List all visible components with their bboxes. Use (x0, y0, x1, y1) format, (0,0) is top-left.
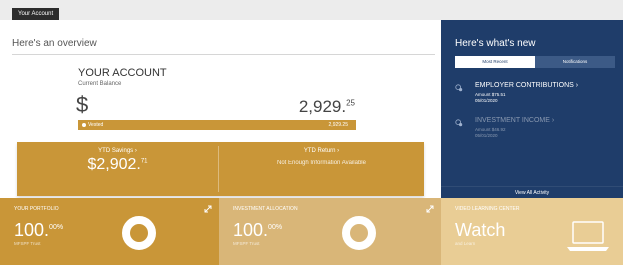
allocation-donut-chart (342, 216, 376, 250)
news-item-date: 05/01/2020 (475, 98, 498, 103)
portfolio-label: YOUR PORTFOLIO (14, 206, 59, 212)
portfolio-sublabel: MFSPF Trust (14, 241, 41, 246)
video-center-label: VIDEO LEARNING CENTER (455, 206, 520, 212)
vested-value: 2,929.25 (328, 122, 348, 128)
news-item-employer-contributions[interactable]: EMPLOYER CONTRIBUTIONS › Amount $75.51 0… (455, 82, 615, 108)
video-learning-center-tile[interactable]: VIDEO LEARNING CENTER Watch and Learn (441, 198, 623, 265)
currency-symbol: $ (76, 92, 89, 117)
divider (12, 54, 435, 55)
allocation-value: 100.00% (233, 220, 282, 241)
view-all-activity-link[interactable]: View All Activity (441, 186, 623, 198)
whats-new-panel: Here's what's new Most Recent Notificati… (441, 20, 623, 198)
coins-icon (455, 119, 463, 127)
news-item-title: INVESTMENT INCOME › (475, 117, 555, 124)
current-balance-label: Current Balance (78, 81, 122, 87)
ytd-return-label: YTD Return › (303, 148, 340, 154)
laptop-icon (567, 221, 609, 251)
expand-icon[interactable] (203, 204, 213, 214)
ytd-return-card[interactable]: YTD Return › Not Enough Information Avai… (219, 142, 424, 196)
ytd-savings-label: YTD Savings › (98, 148, 137, 154)
news-item-investment-income[interactable]: INVESTMENT INCOME › Amount $46.92 05/01/… (455, 117, 615, 143)
current-balance-value: 2,929.25 (299, 97, 355, 117)
portfolio-tile[interactable]: YOUR PORTFOLIO 100.00% MFSPF Trust (0, 198, 219, 265)
coins-icon (455, 84, 463, 92)
video-headline: Watch (455, 220, 506, 240)
portfolio-value-whole: 100. (14, 220, 50, 240)
portfolio-value: 100.00% (14, 220, 63, 241)
your-account-tab[interactable]: Your Account (12, 8, 60, 20)
ytd-savings-card[interactable]: YTD Savings › $2,902.71 (17, 142, 218, 196)
ytd-savings-value: $2,902.71 (17, 156, 218, 174)
ytd-return-message: Not Enough Information Available (277, 160, 366, 166)
allocation-value-whole: 100. (233, 220, 269, 240)
portfolio-donut-chart (122, 216, 156, 250)
portfolio-value-cents: 00% (49, 224, 64, 231)
donut-ring (342, 216, 376, 250)
ytd-summary-box: YTD Savings › $2,902.71 YTD Return › Not… (17, 142, 424, 196)
tab-notifications[interactable]: Notifications (535, 56, 615, 68)
top-bar: Your Account (0, 0, 623, 20)
overview-heading: Here's an overview (12, 38, 97, 49)
vested-label-wrap: Vested (82, 121, 103, 129)
vested-label: Vested (88, 122, 104, 128)
vested-dot-icon (82, 122, 86, 127)
balance-whole: 2,929. (298, 97, 347, 116)
allocation-sublabel: MFSPF Trust (233, 241, 260, 246)
vested-bar: Vested 2,929.25 (78, 120, 356, 130)
expand-icon[interactable] (425, 204, 435, 214)
balance-cents: 25 (346, 98, 355, 108)
video-sublabel: and Learn (455, 241, 476, 246)
allocation-label: INVESTMENT ALLOCATION (233, 206, 298, 212)
ytd-savings-cents: 71 (140, 158, 148, 165)
tab-most-recent[interactable]: Most Recent (455, 56, 535, 68)
donut-ring (122, 216, 156, 250)
allocation-value-cents: 00% (268, 224, 283, 231)
whats-new-tabs: Most Recent Notifications (455, 56, 615, 68)
news-item-amount: Amount $46.92 (475, 127, 506, 132)
news-item-date: 05/01/2020 (475, 133, 498, 138)
news-item-amount: Amount $75.51 (475, 92, 506, 97)
investment-allocation-tile[interactable]: INVESTMENT ALLOCATION 100.00% MFSPF Trus… (219, 198, 441, 265)
account-title: YOUR ACCOUNT (78, 67, 167, 79)
whats-new-title: Here's what's new (455, 38, 536, 49)
news-item-title: EMPLOYER CONTRIBUTIONS › (475, 82, 579, 89)
ytd-savings-whole: $2,902. (87, 156, 141, 173)
overview-panel: Here's an overview YOUR ACCOUNT Current … (0, 20, 441, 198)
